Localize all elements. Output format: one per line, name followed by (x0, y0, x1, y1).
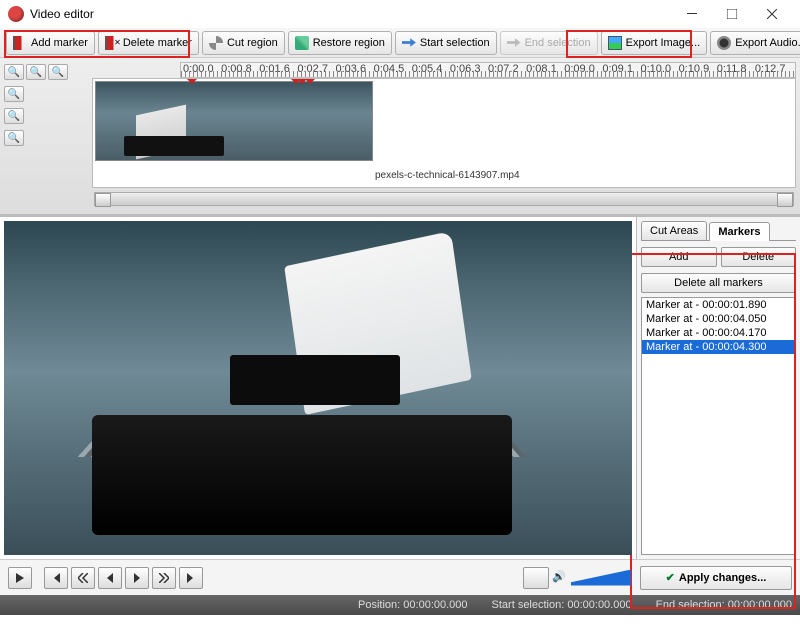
apply-changes-label: Apply changes... (679, 572, 766, 584)
end-sel-label: End selection: (656, 599, 725, 611)
frame-back-button[interactable] (98, 567, 122, 589)
ruler-tick: 0:10.9 (679, 63, 717, 75)
delete-all-markers-button[interactable]: Delete all markers (641, 273, 796, 293)
timeline-zoom-controls: 🔍 🔍 🔍 🔍 🔍 🔍 (4, 62, 92, 188)
frame-forward-button[interactable] (125, 567, 149, 589)
main-toolbar: Add marker Delete marker Cut region Rest… (0, 28, 800, 58)
snapshot-button[interactable] (523, 567, 549, 589)
tab-cut-areas[interactable]: Cut Areas (641, 221, 707, 240)
timeline-track[interactable]: pexels-c-technical-6143907.mp4 (92, 78, 796, 188)
restore-region-label: Restore region (313, 37, 385, 49)
ruler-tick: 0:04.5 (374, 63, 412, 75)
marker-icon[interactable] (187, 79, 197, 89)
marker-icon[interactable] (305, 79, 315, 89)
marker-list[interactable]: Marker at - 00:00:01.890Marker at - 00:0… (641, 297, 796, 555)
export-image-label: Export Image... (626, 37, 701, 49)
timeline-ruler[interactable]: 0:00.00:00.80:01.60:02.70:03.60:04.50:05… (180, 62, 796, 78)
ruler-tick: 0:09.1 (602, 63, 640, 75)
start-selection-button[interactable]: Start selection (395, 31, 497, 55)
app-logo-icon (8, 6, 24, 22)
ruler-tick: 0:08.1 (526, 63, 564, 75)
title-bar: Video editor (0, 0, 800, 28)
ruler-tick: 0:01.6 (259, 63, 297, 75)
timeline-panel: 🔍 🔍 🔍 🔍 🔍 🔍 0:00.00:00.80:01.60:02.70:03… (0, 58, 800, 215)
timeline-scrollbar[interactable] (94, 192, 794, 206)
marker-add-button[interactable]: Add (641, 247, 717, 267)
video-thumbnail[interactable] (95, 81, 373, 161)
preview-panel (0, 217, 636, 559)
step-forward-button[interactable] (152, 567, 176, 589)
ruler-tick: 0:00.0 (183, 63, 221, 75)
flag-x-icon (105, 36, 119, 50)
window-title: Video editor (30, 7, 672, 21)
markers-panel: Cut Areas Markers Add Delete Delete all … (636, 217, 800, 559)
start-selection-label: Start selection (420, 37, 490, 49)
restore-region-button[interactable]: Restore region (288, 31, 392, 55)
play-button[interactable] (8, 567, 32, 589)
zoom-in-button[interactable]: 🔍 (4, 64, 24, 80)
add-marker-button[interactable]: Add marker (6, 31, 95, 55)
end-selection-button[interactable]: End selection (500, 31, 598, 55)
speaker-icon[interactable]: 🔊 (552, 570, 568, 586)
image-icon (608, 36, 622, 50)
marker-list-item[interactable]: Marker at - 00:00:04.050 (642, 312, 795, 326)
delete-marker-label: Delete marker (123, 37, 192, 49)
marker-list-item[interactable]: Marker at - 00:00:04.300 (642, 340, 795, 354)
ruler-tick: 0:00.8 (221, 63, 259, 75)
marker-list-item[interactable]: Marker at - 00:00:04.170 (642, 326, 795, 340)
apply-changes-button[interactable]: Apply changes... (640, 566, 792, 590)
arrow-right-grey-icon (507, 36, 521, 50)
cut-region-button[interactable]: Cut region (202, 31, 285, 55)
ruler-tick: 0:10.0 (641, 63, 679, 75)
video-preview[interactable] (4, 221, 632, 555)
end-selection-label: End selection (525, 37, 591, 49)
ruler-tick: 0:11.8 (717, 63, 755, 75)
clip-filename: pexels-c-technical-6143907.mp4 (375, 170, 520, 181)
step-back-button[interactable] (71, 567, 95, 589)
marker-list-item[interactable]: Marker at - 00:00:01.890 (642, 298, 795, 312)
goto-end-button[interactable] (179, 567, 203, 589)
position-value: 00:00:00.000 (403, 599, 467, 611)
delete-marker-button[interactable]: Delete marker (98, 31, 199, 55)
start-sel-value: 00:00:00.000 (567, 599, 631, 611)
ruler-tick: 0:09.0 (564, 63, 602, 75)
status-bar: Position: 00:00:00.000 Start selection: … (0, 595, 800, 615)
flag-icon (13, 36, 27, 50)
zoom-reset-v-button[interactable]: 🔍 (4, 130, 24, 146)
zoom-out-v-button[interactable]: 🔍 (4, 108, 24, 124)
ruler-tick: 0:03.6 (336, 63, 374, 75)
tab-markers[interactable]: Markers (709, 222, 769, 241)
ruler-tick: 0:05.4 (412, 63, 450, 75)
ruler-tick: 0:02.7 (297, 63, 335, 75)
export-audio-button[interactable]: Export Audio... (710, 31, 800, 55)
goto-start-button[interactable] (44, 567, 68, 589)
volume-slider[interactable] (571, 570, 631, 586)
audio-icon (717, 36, 731, 50)
zoom-out-button[interactable]: 🔍 (26, 64, 46, 80)
end-sel-value: 00:00:00.000 (728, 599, 792, 611)
zoom-in-v-button[interactable]: 🔍 (4, 86, 24, 102)
start-sel-label: Start selection: (492, 599, 565, 611)
preview-content (230, 355, 400, 405)
cut-region-label: Cut region (227, 37, 278, 49)
position-label: Position: (358, 599, 400, 611)
minimize-button[interactable] (672, 0, 712, 28)
close-button[interactable] (752, 0, 792, 28)
zoom-fit-button[interactable]: 🔍 (48, 64, 68, 80)
arrow-right-icon (402, 36, 416, 50)
maximize-button[interactable] (712, 0, 752, 28)
ruler-tick: 0:06.3 (450, 63, 488, 75)
playback-controls: 🔊 Apply changes... (0, 559, 800, 595)
export-image-button[interactable]: Export Image... (601, 31, 708, 55)
scissors-icon (209, 36, 223, 50)
ruler-tick: 0:12.7 (755, 63, 793, 75)
preview-content (92, 415, 512, 535)
export-audio-label: Export Audio... (735, 37, 800, 49)
add-marker-label: Add marker (31, 37, 88, 49)
ruler-tick: 0:07.2 (488, 63, 526, 75)
restore-icon (295, 36, 309, 50)
marker-delete-button[interactable]: Delete (721, 247, 797, 267)
